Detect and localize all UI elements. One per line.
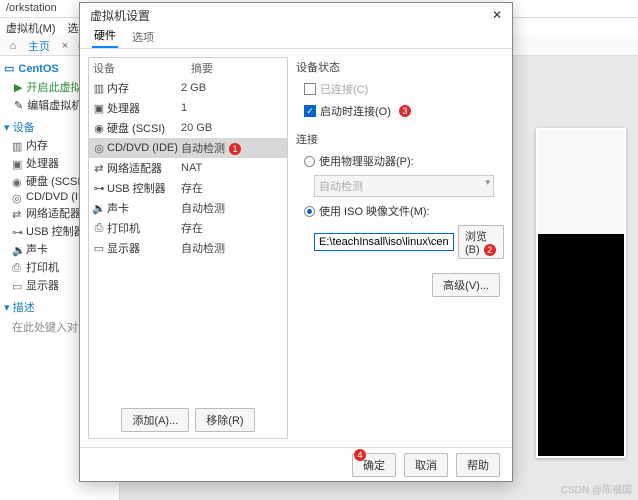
physical-drive-select[interactable]: 自动检测 <box>314 175 494 197</box>
annotation-marker-3: 3 <box>399 105 411 117</box>
cancel-button[interactable]: 取消 <box>404 453 448 477</box>
device-row[interactable]: ▥内存 2 GB <box>89 78 287 98</box>
tab-hardware[interactable]: 硬件 <box>92 24 118 48</box>
disc-icon: ◎ <box>12 192 22 202</box>
close-tab-icon[interactable]: × <box>58 39 72 53</box>
dialog-footer: 4 确定 取消 帮助 <box>80 447 512 481</box>
device-summary: 存在 <box>181 180 283 196</box>
device-settings-panel: 设备状态 已连接(C) 启动时连接(O) 3 连接 使用物理驱动器(P): 自动… <box>296 57 504 439</box>
col-summary: 摘要 <box>191 60 213 76</box>
add-device-button[interactable]: 添加(A)... <box>121 408 189 432</box>
device-icon: ▭ <box>93 242 105 254</box>
device-icon: ▣ <box>93 102 105 114</box>
device-summary: 存在 <box>181 220 283 236</box>
checkbox-checked-icon <box>304 105 316 117</box>
device-name: USB 控制器 <box>107 180 166 196</box>
annotation-marker-4: 4 <box>354 449 366 461</box>
cpu-icon: ▣ <box>12 158 22 168</box>
menu-vm[interactable]: 虚拟机(M) <box>6 20 56 34</box>
iso-path-input[interactable] <box>314 233 454 251</box>
radio-use-physical-drive[interactable]: 使用物理驱动器(P): <box>304 153 504 169</box>
device-summary: 自动检测 <box>181 200 283 216</box>
checkbox-connected[interactable]: 已连接(C) <box>304 81 504 97</box>
vm-preview-top <box>538 130 624 234</box>
vm-settings-dialog: 虚拟机设置 ✕ 硬件 选项 设备 摘要 ▥内存 2 GB ▣处理器 1 ◉硬盘 (SCS… <box>79 2 513 482</box>
device-name: CD/DVD (IDE) <box>107 142 178 154</box>
radio-use-iso[interactable]: 使用 ISO 映像文件(M): <box>304 203 504 219</box>
device-summary: 自动检测 <box>181 240 283 256</box>
device-row[interactable]: ◎CD/DVD (IDE)自动检测1 <box>89 138 287 158</box>
device-summary: NAT <box>181 162 283 174</box>
advanced-button[interactable]: 高级(V)... <box>432 273 500 297</box>
dialog-titlebar: 虚拟机设置 ✕ <box>80 3 512 27</box>
device-summary: 2 GB <box>181 82 283 94</box>
device-icon: ⇄ <box>93 162 105 174</box>
device-name: 显示器 <box>107 240 140 256</box>
section-device-status: 设备状态 <box>296 59 504 75</box>
device-row[interactable]: ⇄网络适配器 NAT <box>89 158 287 178</box>
toolbar-home[interactable]: 主页 <box>24 38 54 54</box>
device-list-header: 设备 摘要 <box>89 58 287 78</box>
device-row[interactable]: ▣处理器 1 <box>89 98 287 118</box>
device-icon: ◉ <box>93 122 105 134</box>
play-icon: ▶ <box>14 81 22 94</box>
watermark: CSDN @陈福国 <box>561 481 632 496</box>
close-icon[interactable]: ✕ <box>488 6 506 24</box>
device-row[interactable]: 🔉声卡 自动检测 <box>89 198 287 218</box>
device-icon: ⊶ <box>93 182 105 194</box>
device-row[interactable]: ◉硬盘 (SCSI) 20 GB <box>89 118 287 138</box>
vm-preview[interactable] <box>536 128 626 458</box>
annotation-marker-1: 1 <box>229 143 241 155</box>
device-name: 内存 <box>107 80 129 96</box>
device-icon: ⎙ <box>93 222 105 234</box>
display-icon: ▭ <box>12 280 22 290</box>
home-icon[interactable]: ⌂ <box>6 39 20 53</box>
printer-icon: ⎙ <box>12 262 22 272</box>
device-icon: ◎ <box>93 142 105 154</box>
radio-icon <box>304 156 315 167</box>
device-summary: 1 <box>181 102 283 114</box>
checkbox-icon <box>304 83 316 95</box>
device-panel: 设备 摘要 ▥内存 2 GB ▣处理器 1 ◉硬盘 (SCSI) 20 GB ◎CD/DVD… <box>88 57 288 439</box>
device-name: 声卡 <box>107 200 129 216</box>
device-icon: ▥ <box>93 82 105 94</box>
device-name: 打印机 <box>107 220 140 236</box>
tab-options[interactable]: 选项 <box>130 26 156 48</box>
sound-icon: 🔉 <box>12 244 22 254</box>
usb-icon: ⊶ <box>12 226 22 236</box>
section-connection: 连接 <box>296 131 504 147</box>
device-row[interactable]: ▭显示器 自动检测 <box>89 238 287 258</box>
disk-icon: ◉ <box>12 176 22 186</box>
dialog-title: 虚拟机设置 <box>90 7 150 24</box>
device-row[interactable]: ⊶USB 控制器存在 <box>89 178 287 198</box>
annotation-marker-2: 2 <box>484 244 496 256</box>
network-icon: ⇄ <box>12 208 22 218</box>
browse-button[interactable]: 浏览(B)2 <box>458 225 504 259</box>
radio-checked-icon <box>304 206 315 217</box>
device-list[interactable]: ▥内存 2 GB ▣处理器 1 ◉硬盘 (SCSI) 20 GB ◎CD/DVD (IDE)… <box>89 78 287 401</box>
device-icon: 🔉 <box>93 202 105 214</box>
device-row[interactable]: ⎙打印机 存在 <box>89 218 287 238</box>
device-name: 硬盘 (SCSI) <box>107 120 165 136</box>
device-name: 网络适配器 <box>107 160 162 176</box>
checkbox-connect-at-poweron[interactable]: 启动时连接(O) 3 <box>304 103 504 119</box>
help-button[interactable]: 帮助 <box>456 453 500 477</box>
col-device: 设备 <box>93 60 191 76</box>
remove-device-button[interactable]: 移除(R) <box>195 408 254 432</box>
memory-icon: ▥ <box>12 140 22 150</box>
device-summary: 20 GB <box>181 122 283 134</box>
edit-icon: ✎ <box>14 99 23 112</box>
device-name: 处理器 <box>107 100 140 116</box>
vm-icon: ▭ <box>4 62 14 75</box>
dialog-tabs: 硬件 选项 <box>80 27 512 49</box>
device-summary: 自动检测1 <box>181 140 283 156</box>
vm-preview-screen <box>538 234 624 456</box>
